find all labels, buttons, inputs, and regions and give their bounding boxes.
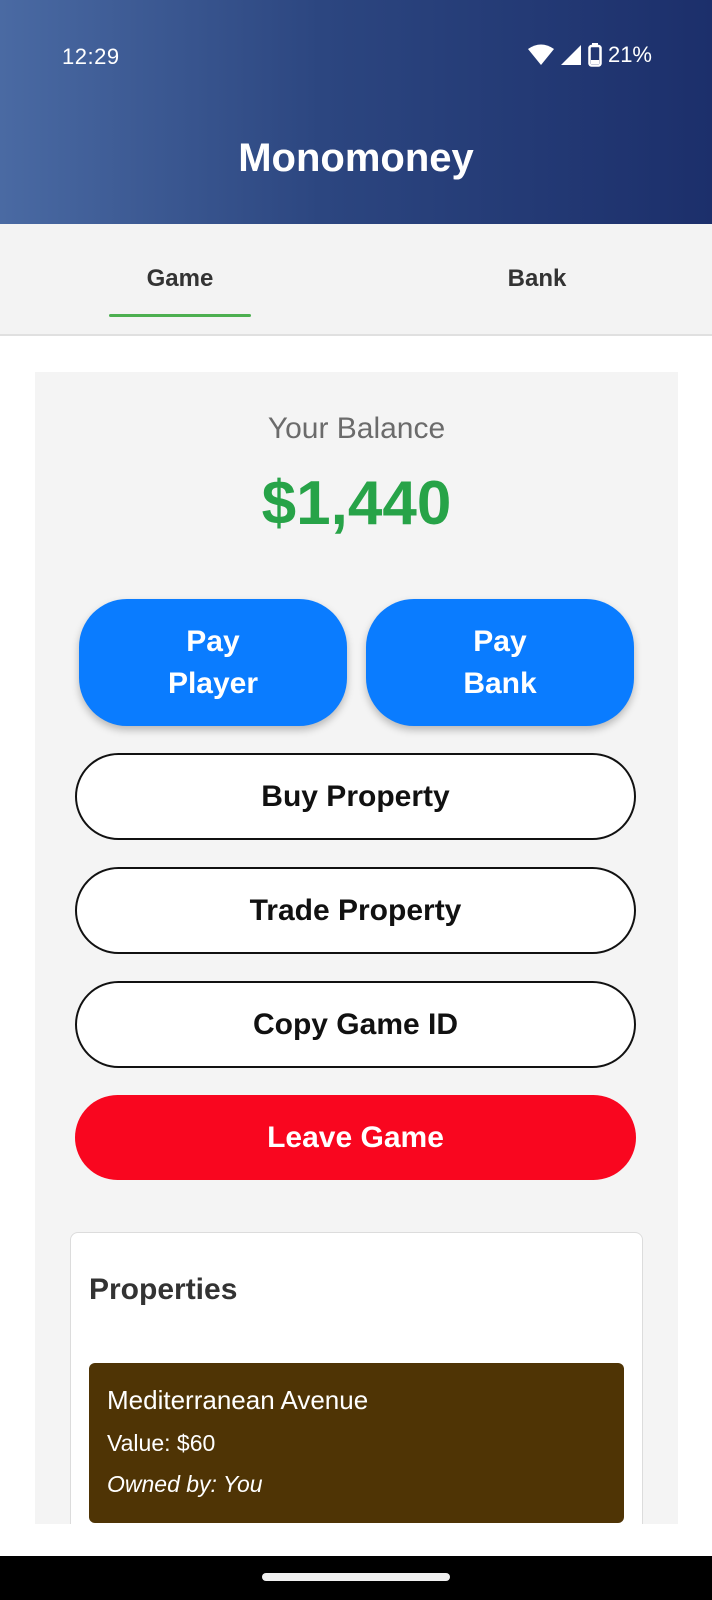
- trade-property-button[interactable]: Trade Property: [75, 867, 636, 954]
- property-name: Mediterranean Avenue: [107, 1385, 369, 1415]
- balance-value: $1,440: [261, 469, 452, 538]
- buy-property-button[interactable]: Buy Property: [75, 753, 636, 840]
- active-tab-indicator: [109, 314, 251, 317]
- copy-game-id-button[interactable]: Copy Game ID: [75, 981, 636, 1068]
- home-gesture-handle[interactable]: [262, 1573, 450, 1581]
- app-title: Monomoney: [238, 136, 474, 180]
- battery-percent: 21%: [607, 42, 652, 67]
- wifi-icon: [527, 44, 554, 65]
- system-nav-bar: [0, 1556, 712, 1600]
- properties-panel: Properties Mediterranean Avenue Value: $…: [70, 1232, 643, 1524]
- game-card: Your Balance $1,440 Pay Player Pay Bank …: [35, 372, 678, 1524]
- pay-bank-button[interactable]: Pay Bank: [366, 599, 634, 726]
- app-header: 12:29 21% Monomoney: [0, 0, 712, 224]
- status-time: 12:29: [62, 44, 120, 69]
- balance-label: Your Balance: [267, 412, 446, 445]
- tab-bank[interactable]: Bank: [466, 224, 608, 334]
- property-value: Value: $60: [107, 1430, 216, 1456]
- cell-signal-icon: [560, 45, 581, 65]
- tab-bar: Game Bank: [0, 224, 712, 336]
- battery-icon: [588, 43, 602, 67]
- properties-title: Properties: [89, 1273, 238, 1306]
- tab-game[interactable]: Game: [109, 224, 251, 334]
- leave-game-button[interactable]: Leave Game: [75, 1095, 636, 1180]
- property-owner: Owned by: You: [107, 1471, 263, 1497]
- status-icons: 21%: [527, 42, 652, 68]
- pay-player-button[interactable]: Pay Player: [79, 599, 347, 726]
- property-card[interactable]: Mediterranean Avenue Value: $60 Owned by…: [89, 1363, 624, 1523]
